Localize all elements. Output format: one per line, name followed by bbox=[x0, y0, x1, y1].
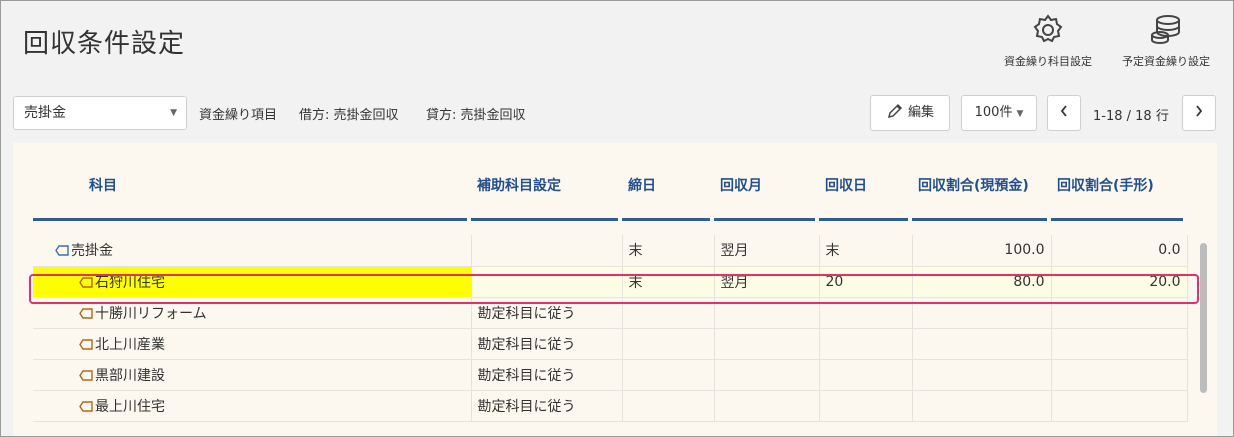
row-ratio-bill bbox=[1051, 297, 1188, 329]
row-collection-day: 20 bbox=[819, 266, 913, 298]
row-sub-setting: 勘定科目に従う bbox=[471, 390, 623, 422]
collection-terms-table: 科目 補助科目設定 締日 回収月 回収日 回収割合(現預金) 回収割合(手形) … bbox=[33, 143, 1188, 422]
row-collection-day bbox=[819, 297, 913, 329]
debit-text: 借方: 売掛金回収 bbox=[299, 108, 399, 123]
chevron-left-icon bbox=[1060, 105, 1067, 117]
row-closing-day bbox=[622, 359, 715, 391]
row-ratio-cash bbox=[912, 328, 1052, 360]
row-sub-setting: 勘定科目に従う bbox=[471, 328, 623, 360]
row-ratio-cash bbox=[912, 390, 1052, 422]
planned-cashflow-settings-button[interactable]: 予定資金繰り設定 bbox=[1111, 13, 1221, 69]
table-row[interactable]: 北上川産業 勘定科目に従う bbox=[33, 328, 1188, 360]
database-icon bbox=[1151, 15, 1180, 45]
paging-text: 1-18 / 18 行 bbox=[1093, 109, 1169, 124]
pencil-icon bbox=[887, 103, 903, 119]
row-collection-day bbox=[819, 328, 913, 360]
prev-page-button[interactable] bbox=[1047, 95, 1081, 131]
account-select-value: 売掛金 bbox=[24, 105, 66, 121]
cashflow-subject-settings-button[interactable]: 資金繰り科目設定 bbox=[995, 13, 1101, 69]
row-collection-month bbox=[714, 390, 820, 422]
row-ratio-bill bbox=[1051, 328, 1188, 360]
header-ratio-cash[interactable]: 回収割合(現預金) bbox=[912, 143, 1051, 227]
row-subject: 北上川産業 bbox=[33, 328, 472, 360]
header-closing-day[interactable]: 締日 bbox=[622, 143, 714, 227]
row-subject: 黒部川建設 bbox=[33, 359, 472, 391]
gear-icon bbox=[1033, 14, 1063, 43]
chevron-down-icon: ▼ bbox=[170, 108, 177, 118]
row-collection-month bbox=[714, 297, 820, 329]
row-ratio-cash bbox=[912, 297, 1052, 329]
row-collection-month: 翌月 bbox=[714, 235, 820, 267]
row-subject: 売掛金 bbox=[33, 235, 472, 267]
row-sub-setting bbox=[471, 266, 623, 298]
toolbar: 売掛金 ▼ 資金繰り項目 借方: 売掛金回収 貸方: 売掛金回収 編集 100件… bbox=[1, 93, 1233, 133]
row-ratio-bill bbox=[1051, 359, 1188, 391]
tree-node-icon-orange bbox=[79, 400, 93, 412]
main-window: 回収条件設定 資金繰り科目設定 予定資金繰り設定 売掛金 ▼ 資金繰り項目 借方… bbox=[0, 0, 1234, 437]
row-ratio-bill: 0.0 bbox=[1051, 235, 1188, 267]
row-collection-day: 末 bbox=[819, 235, 913, 267]
header-collection-day[interactable]: 回収日 bbox=[819, 143, 912, 227]
row-ratio-cash: 100.0 bbox=[912, 235, 1052, 267]
row-ratio-cash bbox=[912, 359, 1052, 391]
tree-node-icon-orange bbox=[79, 307, 93, 319]
row-sub-setting: 勘定科目に従う bbox=[471, 297, 623, 329]
row-collection-month bbox=[714, 359, 820, 391]
table-row[interactable]: 黒部川建設 勘定科目に従う bbox=[33, 359, 1188, 391]
row-ratio-bill bbox=[1051, 390, 1188, 422]
row-sub-setting bbox=[471, 235, 623, 267]
row-collection-month bbox=[714, 328, 820, 360]
page-size-select[interactable]: 100件 ▼ bbox=[961, 95, 1037, 131]
row-closing-day bbox=[622, 390, 715, 422]
cashflow-subject-settings-label: 資金繰り科目設定 bbox=[1004, 55, 1092, 68]
table-row[interactable]: 最上川住宅 勘定科目に従う bbox=[33, 390, 1188, 422]
table-row-selected[interactable]: 石狩川住宅 末 翌月 20 80.0 20.0 bbox=[33, 266, 1188, 298]
cashflow-item-label: 資金繰り項目 bbox=[199, 108, 278, 123]
table-row[interactable]: 十勝川リフォーム 勘定科目に従う bbox=[33, 297, 1188, 329]
row-ratio-cash: 80.0 bbox=[912, 266, 1052, 298]
row-subject: 十勝川リフォーム bbox=[33, 297, 472, 329]
tree-node-icon-orange bbox=[79, 338, 93, 350]
row-closing-day: 末 bbox=[622, 266, 715, 298]
header-ratio-bill[interactable]: 回収割合(手形) bbox=[1051, 143, 1187, 227]
row-subject: 石狩川住宅 bbox=[33, 266, 472, 298]
row-closing-day bbox=[622, 328, 715, 360]
page-title: 回収条件設定 bbox=[23, 29, 186, 59]
row-sub-setting: 勘定科目に従う bbox=[471, 359, 623, 391]
tree-node-icon-orange bbox=[79, 369, 93, 381]
header-subject[interactable]: 科目 bbox=[33, 143, 471, 227]
collection-terms-table-panel: 科目 補助科目設定 締日 回収月 回収日 回収割合(現預金) 回収割合(手形) … bbox=[13, 143, 1217, 436]
tree-node-icon-blue bbox=[55, 245, 69, 256]
edit-button[interactable]: 編集 bbox=[870, 95, 950, 131]
row-closing-day bbox=[622, 297, 715, 329]
header-collection-month[interactable]: 回収月 bbox=[714, 143, 819, 227]
row-collection-day bbox=[819, 359, 913, 391]
row-subject: 最上川住宅 bbox=[33, 390, 472, 422]
row-closing-day: 末 bbox=[622, 235, 715, 267]
next-page-button[interactable] bbox=[1182, 95, 1216, 131]
credit-text: 貸方: 売掛金回収 bbox=[426, 108, 526, 123]
edit-label: 編集 bbox=[907, 105, 934, 120]
planned-cashflow-settings-label: 予定資金繰り設定 bbox=[1122, 55, 1210, 68]
page-size-value: 100件 bbox=[974, 105, 1013, 120]
tree-node-icon-orange bbox=[79, 276, 93, 288]
chevron-right-icon bbox=[1196, 105, 1203, 117]
chevron-down-icon: ▼ bbox=[1016, 109, 1024, 119]
row-collection-month: 翌月 bbox=[714, 266, 820, 298]
scrollbar-thumb[interactable] bbox=[1200, 243, 1207, 393]
row-collection-day bbox=[819, 390, 913, 422]
table-row[interactable]: 売掛金 末 翌月 末 100.0 0.0 bbox=[33, 235, 1188, 267]
header-sub-setting[interactable]: 補助科目設定 bbox=[471, 143, 622, 227]
row-ratio-bill: 20.0 bbox=[1051, 266, 1188, 298]
table-header-row: 科目 補助科目設定 締日 回収月 回収日 回収割合(現預金) 回収割合(手形) bbox=[33, 143, 1187, 227]
account-select[interactable]: 売掛金 ▼ bbox=[13, 96, 187, 130]
